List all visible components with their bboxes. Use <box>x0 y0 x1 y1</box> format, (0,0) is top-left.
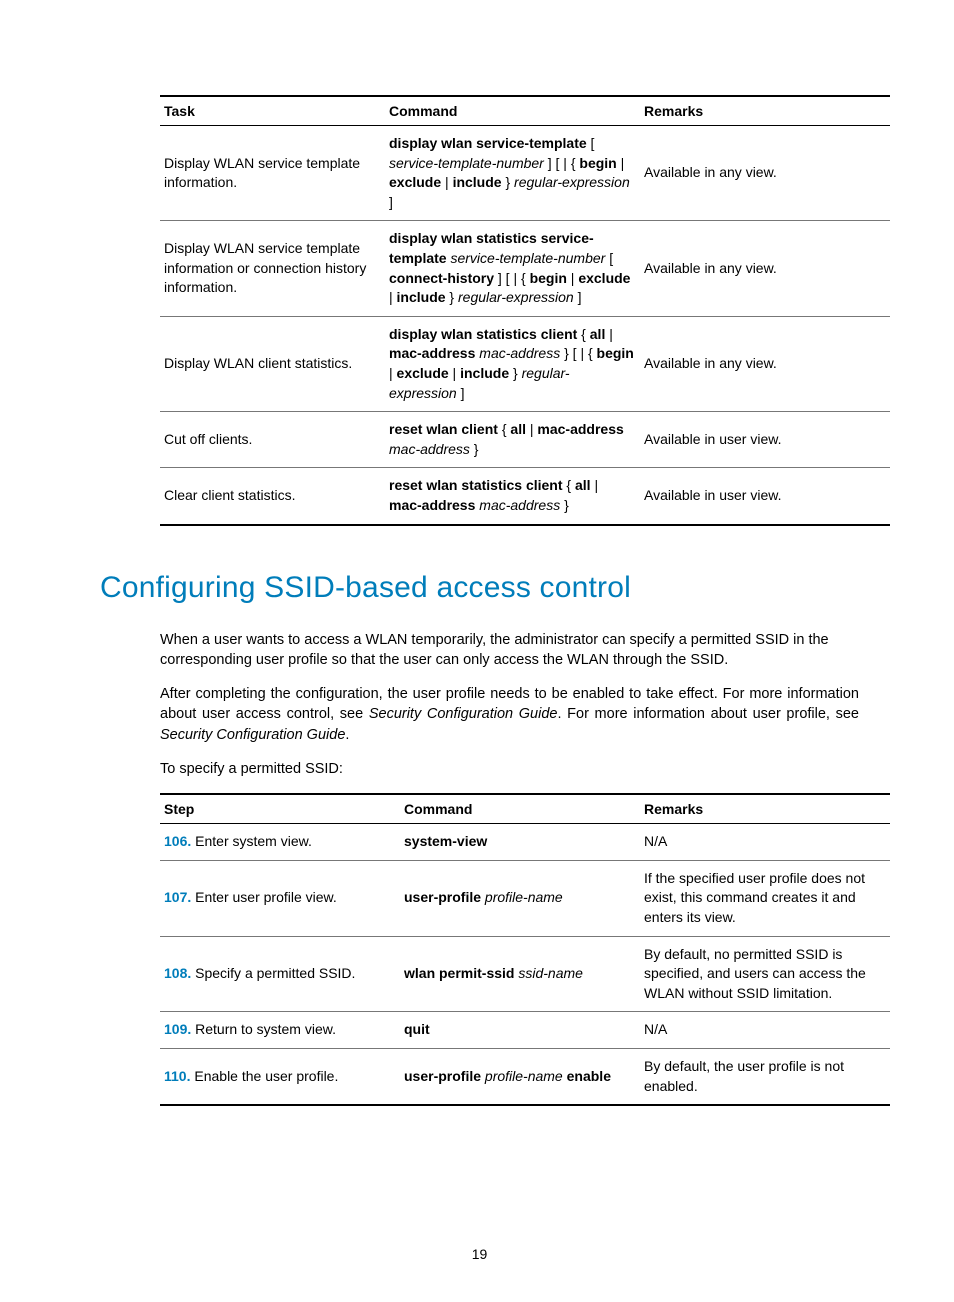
page: Task Command Remarks Display WLAN servic… <box>0 0 954 1302</box>
th-command: Command <box>385 96 640 126</box>
table-row: 108. Specify a permitted SSID.wlan permi… <box>160 936 890 1012</box>
cell-task: Display WLAN service template informatio… <box>160 126 385 221</box>
cell-step: 110. Enable the user profile. <box>160 1049 400 1106</box>
section-heading: Configuring SSID-based access control <box>100 571 859 605</box>
table-commands: Task Command Remarks Display WLAN servic… <box>160 95 890 526</box>
paragraph: When a user wants to access a WLAN tempo… <box>160 630 859 671</box>
cell-remarks: If the specified user profile does not e… <box>640 860 890 936</box>
table-row: Display WLAN service template informatio… <box>160 221 890 316</box>
cell-task: Cut off clients. <box>160 412 385 468</box>
cell-remarks: N/A <box>640 824 890 861</box>
reference: Security Configuration Guide <box>369 706 558 722</box>
text: . <box>345 727 349 743</box>
cell-command: display wlan statistics client { all | m… <box>385 316 640 411</box>
reference: Security Configuration Guide <box>160 727 345 743</box>
paragraph: To specify a permitted SSID: <box>160 759 859 779</box>
page-number: 19 <box>100 1246 859 1262</box>
paragraph: After completing the configuration, the … <box>160 684 859 745</box>
th-task: Task <box>160 96 385 126</box>
cell-command: user-profile profile-name enable <box>400 1049 640 1106</box>
cell-remarks: Available in any view. <box>640 221 890 316</box>
table-row: 109. Return to system view.quitN/A <box>160 1012 890 1049</box>
table-row: 106. Enter system view.system-viewN/A <box>160 824 890 861</box>
th-command: Command <box>400 794 640 824</box>
table-row: Clear client statistics.reset wlan stati… <box>160 468 890 525</box>
cell-remarks: Available in any view. <box>640 316 890 411</box>
cell-step: 106. Enter system view. <box>160 824 400 861</box>
cell-remarks: By default, no permitted SSID is specifi… <box>640 936 890 1012</box>
table-row: 110. Enable the user profile.user-profil… <box>160 1049 890 1106</box>
cell-command: wlan permit-ssid ssid-name <box>400 936 640 1012</box>
table-row: Cut off clients.reset wlan client { all … <box>160 412 890 468</box>
table-row: Display WLAN client statistics.display w… <box>160 316 890 411</box>
cell-task: Display WLAN service template informatio… <box>160 221 385 316</box>
th-step: Step <box>160 794 400 824</box>
cell-remarks: By default, the user profile is not enab… <box>640 1049 890 1106</box>
table-steps: Step Command Remarks 106. Enter system v… <box>160 793 890 1106</box>
table-row: 107. Enter user profile view.user-profil… <box>160 860 890 936</box>
cell-remarks: Available in any view. <box>640 126 890 221</box>
cell-step: 107. Enter user profile view. <box>160 860 400 936</box>
cell-command: quit <box>400 1012 640 1049</box>
cell-command: system-view <box>400 824 640 861</box>
table-row: Display WLAN service template informatio… <box>160 126 890 221</box>
cell-command: user-profile profile-name <box>400 860 640 936</box>
cell-task: Clear client statistics. <box>160 468 385 525</box>
cell-remarks: Available in user view. <box>640 412 890 468</box>
cell-task: Display WLAN client statistics. <box>160 316 385 411</box>
cell-remarks: Available in user view. <box>640 468 890 525</box>
cell-command: display wlan service-template [ service-… <box>385 126 640 221</box>
cell-command: reset wlan statistics client { all | mac… <box>385 468 640 525</box>
th-remarks: Remarks <box>640 96 890 126</box>
cell-remarks: N/A <box>640 1012 890 1049</box>
th-remarks: Remarks <box>640 794 890 824</box>
cell-command: reset wlan client { all | mac-address ma… <box>385 412 640 468</box>
cell-step: 108. Specify a permitted SSID. <box>160 936 400 1012</box>
text: . For more information about user profil… <box>557 706 859 722</box>
cell-command: display wlan statistics service-template… <box>385 221 640 316</box>
cell-step: 109. Return to system view. <box>160 1012 400 1049</box>
